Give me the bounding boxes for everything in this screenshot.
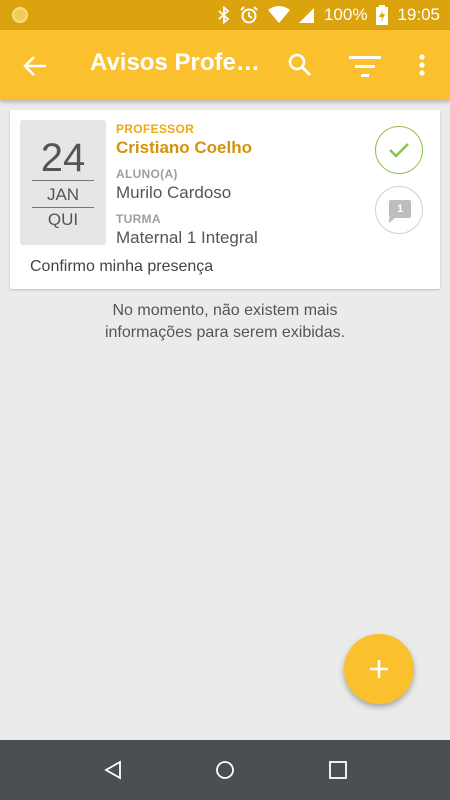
nav-recents-icon[interactable] <box>327 759 349 781</box>
cell-signal-icon <box>298 6 315 24</box>
alarm-icon <box>239 5 259 25</box>
date-day: 24 <box>40 136 86 180</box>
class-label: TURMA <box>116 212 161 226</box>
notice-message: Confirmo minha presença <box>30 258 214 275</box>
nav-back-icon[interactable] <box>102 759 124 781</box>
date-box: 24 JAN QUI <box>20 120 106 245</box>
more-vert-icon[interactable] <box>412 52 432 80</box>
empty-state-message: No momento, não existem mais informações… <box>0 300 450 344</box>
plus-icon <box>370 660 388 678</box>
empty-message-line: No momento, não existem mais <box>112 302 338 319</box>
status-bar: 100% 19:05 <box>0 0 450 30</box>
check-icon <box>389 143 409 158</box>
filter-icon[interactable] <box>349 54 381 78</box>
add-button[interactable] <box>344 634 414 704</box>
class-name: Maternal 1 Integral <box>116 228 258 247</box>
comment-count: 1 <box>396 203 404 215</box>
page-title: Avisos Professor <box>90 49 260 76</box>
comment-icon: 1 <box>389 200 411 218</box>
battery-charging-icon <box>376 5 389 25</box>
empty-message-line: informações para serem exibidas. <box>104 324 346 341</box>
teacher-name: Cristiano Coelho <box>116 138 253 157</box>
app-bar: Avisos Professor <box>0 30 450 100</box>
notice-info: PROFESSOR Cristiano Coelho ALUNO(A) Muri… <box>116 122 258 248</box>
role-label: PROFESSOR <box>116 122 195 136</box>
app-notification-icon <box>12 7 28 23</box>
clock-time: 19:05 <box>397 5 440 24</box>
system-nav-bar <box>0 740 450 800</box>
date-weekday: QUI <box>47 210 79 229</box>
date-month: JAN <box>46 185 80 204</box>
date-divider <box>32 180 94 181</box>
student-name: Murilo Cardoso <box>116 183 232 202</box>
battery-percent: 100% <box>323 5 368 24</box>
confirm-button[interactable] <box>375 126 423 174</box>
bluetooth-icon <box>218 6 230 24</box>
back-arrow-icon[interactable] <box>22 53 48 79</box>
wifi-icon <box>267 6 290 24</box>
student-label: ALUNO(A) <box>116 167 178 181</box>
comment-button[interactable]: 1 <box>375 186 423 234</box>
search-icon[interactable] <box>287 52 313 78</box>
nav-home-icon[interactable] <box>214 759 236 781</box>
notice-card[interactable]: 24 JAN QUI PROFESSOR Cristiano Coelho AL… <box>10 110 440 289</box>
